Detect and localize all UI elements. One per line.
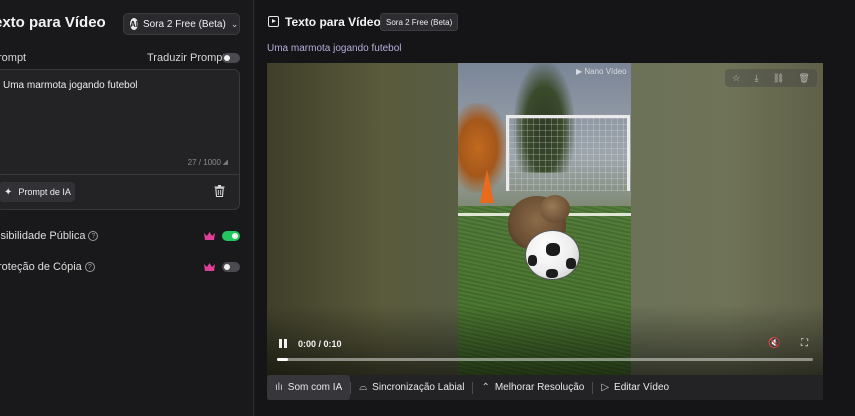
video-caption: Uma marmota jogando futebol <box>267 43 402 54</box>
download-icon[interactable]: ⤓ <box>754 73 758 84</box>
pause-button[interactable] <box>279 339 287 348</box>
edit-video-button[interactable]: ▷ Editar Vídeo <box>593 375 677 400</box>
video-watermark: ▶ Nano Vídeo <box>576 67 627 76</box>
prompt-divider <box>0 174 239 175</box>
soccer-goal <box>506 115 630 191</box>
crown-icon <box>204 263 215 271</box>
video-time: 0:00 / 0:10 <box>298 339 342 349</box>
star-icon[interactable]: ☆ <box>732 73 740 84</box>
model-select-label: Sora 2 Free (Beta) <box>143 18 226 30</box>
copy-protection-label: roteção de Cópia ? <box>0 261 95 273</box>
help-icon[interactable]: ? <box>88 231 99 241</box>
copy-protection-toggle[interactable] <box>222 262 240 272</box>
resize-handle-icon[interactable]: ◢ <box>223 158 228 166</box>
chevron-down-icon: ⌄ <box>230 18 239 29</box>
magic-wand-icon: ✦ <box>4 186 13 198</box>
prompt-label: rompt <box>0 52 27 64</box>
left-panel: exto para Vídeo AI Sora 2 Free (Beta) ⌄ … <box>0 0 254 416</box>
mute-icon[interactable]: 🔇 <box>768 338 780 349</box>
video-progress-fill <box>277 358 288 361</box>
trash-icon[interactable] <box>214 185 225 197</box>
fullscreen-icon[interactable]: ⛶ <box>801 338 808 349</box>
traffic-cone <box>480 169 494 203</box>
video-icon <box>268 16 279 27</box>
sound-ai-button[interactable]: ılı Som com IA <box>267 375 351 400</box>
link-icon[interactable]: ⛓ <box>773 73 784 84</box>
result-title: Texto para Vídeo <box>285 15 381 29</box>
model-select[interactable]: AI Sora 2 Free (Beta) ⌄ <box>123 13 240 35</box>
ai-prompt-button[interactable]: ✦ Prompt de IA <box>0 182 75 202</box>
ai-prompt-button-label: Prompt de IA <box>18 187 71 197</box>
upscale-icon: ⌃ <box>481 382 490 393</box>
translate-prompt-toggle[interactable] <box>222 53 240 63</box>
panel-title: exto para Vídeo <box>0 14 106 31</box>
lips-icon: ⌓ <box>359 382 368 393</box>
prompt-text-value: Uma marmota jogando futebol <box>3 80 138 91</box>
char-counter: 27 / 1000 <box>187 158 221 167</box>
lip-sync-button[interactable]: ⌓ Sincronização Labial <box>351 375 472 400</box>
help-icon[interactable]: ? <box>84 262 95 272</box>
model-logo-icon: AI <box>130 18 138 30</box>
public-visibility-label: isibilidade Pública ? <box>0 230 99 242</box>
edit-video-icon: ▷ <box>601 382 610 393</box>
audio-wave-icon: ılı <box>275 382 283 393</box>
crown-icon <box>204 232 215 240</box>
trash-icon[interactable]: 🗑 <box>798 73 809 84</box>
video-actions: ☆ ⤓ ⛓ 🗑 <box>725 69 817 87</box>
model-badge: Sora 2 Free (Beta) <box>380 13 459 31</box>
soccer-ball <box>525 230 580 280</box>
translate-prompt-label: Traduzir Prompt <box>147 52 226 64</box>
upscale-button[interactable]: ⌃ Melhorar Resolução <box>473 375 592 400</box>
prompt-textarea[interactable]: Uma marmota jogando futebol 27 / 1000 ◢ … <box>0 69 240 210</box>
video-tools-bar: ılı Som com IA ⌓ Sincronização Labial ⌃ … <box>267 375 823 400</box>
public-visibility-toggle[interactable] <box>222 231 240 241</box>
video-player[interactable]: ▶ Nano Vídeo ☆ ⤓ ⛓ 🗑 0:00 / 0:10 🔇 ⛶ <box>267 63 823 375</box>
video-progress-bar[interactable] <box>277 358 813 361</box>
